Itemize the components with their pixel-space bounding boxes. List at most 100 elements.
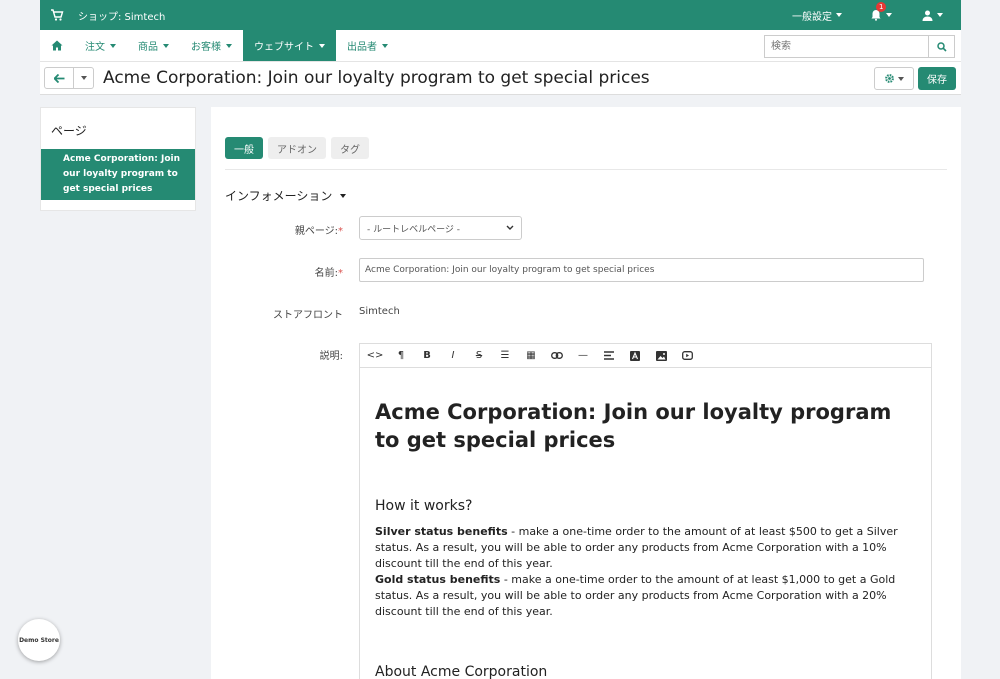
- paragraph-button[interactable]: ¶: [388, 345, 414, 367]
- image-icon: [655, 350, 667, 361]
- search-input[interactable]: [764, 35, 928, 58]
- video-icon: [681, 351, 693, 360]
- strikethrough-button[interactable]: S: [466, 345, 492, 367]
- home-icon: [51, 40, 63, 51]
- link-button[interactable]: [544, 345, 570, 367]
- table-icon: ▦: [526, 350, 536, 361]
- divider: [225, 169, 947, 170]
- chevron-down-icon: [110, 43, 116, 48]
- horizontal-rule-icon: —: [578, 350, 588, 361]
- save-button[interactable]: 保存: [918, 67, 956, 90]
- bulleted-list-button[interactable]: ☰: [492, 345, 518, 367]
- nav-customers[interactable]: お客様: [180, 30, 243, 61]
- description-editor: <> ¶ B I S ☰ ▦ — Acme Corporation: Join …: [359, 343, 932, 679]
- notifications-menu[interactable]: 1: [870, 2, 892, 21]
- video-button[interactable]: [674, 345, 700, 367]
- user-menu[interactable]: [922, 10, 943, 21]
- arrow-left-icon: [53, 73, 64, 83]
- chevron-down-icon: [937, 13, 943, 17]
- back-dropdown-button[interactable]: [74, 67, 94, 89]
- required-mark: *: [338, 226, 343, 237]
- silver-title: Silver status benefits: [375, 525, 508, 538]
- nav-orders-label: 注文: [85, 42, 105, 53]
- list-icon: ☰: [500, 350, 510, 361]
- home-button[interactable]: [40, 30, 74, 61]
- nav-orders[interactable]: 注文: [74, 30, 127, 61]
- chevron-down-icon: [319, 43, 325, 48]
- code-icon: <>: [366, 350, 384, 361]
- settings-button[interactable]: [874, 67, 914, 90]
- back-button[interactable]: [44, 67, 74, 89]
- gold-paragraph: Gold status benefits - make a one-time o…: [375, 572, 916, 620]
- nav-customers-label: お客様: [191, 42, 221, 53]
- cart-icon[interactable]: [50, 8, 64, 22]
- top-bar: ショップ: Simtech 一般設定 1: [40, 0, 961, 30]
- chevron-down-icon: [163, 43, 169, 48]
- table-button[interactable]: ▦: [518, 345, 544, 367]
- main-nav: 注文 商品 お客様 ウェブサイト 出品者: [40, 30, 961, 62]
- nav-vendors-label: 出品者: [347, 42, 377, 53]
- link-icon: [551, 352, 563, 359]
- align-button[interactable]: [596, 345, 622, 367]
- italic-icon: I: [451, 350, 455, 361]
- content-heading: Acme Corporation: Join our loyalty progr…: [375, 400, 892, 452]
- sidebar-heading: ページ: [51, 124, 87, 138]
- settings-menu[interactable]: 一般設定: [792, 8, 842, 23]
- nav-products-label: 商品: [138, 42, 158, 53]
- nav-vendors[interactable]: 出品者: [336, 30, 399, 61]
- tabs: 一般 アドオン タグ: [225, 137, 369, 159]
- parent-page-label: 親ページ:*: [295, 222, 343, 237]
- shop-name[interactable]: ショップ: Simtech: [78, 8, 165, 23]
- chevron-down-icon: [836, 13, 842, 17]
- chevron-down-icon: [886, 13, 892, 17]
- required-mark: *: [338, 268, 343, 279]
- settings-label: 一般設定: [792, 11, 832, 23]
- bold-button[interactable]: B: [414, 345, 440, 367]
- chevron-down-icon: [226, 43, 232, 48]
- align-left-icon: [604, 351, 614, 360]
- bold-icon: B: [423, 350, 431, 361]
- italic-button[interactable]: I: [440, 345, 466, 367]
- silver-paragraph: Silver status benefits - make a one-time…: [375, 524, 916, 572]
- search-button[interactable]: [928, 35, 955, 58]
- chevron-down-icon: [382, 43, 388, 48]
- font-color-button[interactable]: [622, 345, 648, 367]
- name-label: 名前:*: [315, 264, 343, 279]
- parent-page-label-text: 親ページ:: [294, 226, 338, 237]
- nav-products[interactable]: 商品: [127, 30, 180, 61]
- name-input[interactable]: Acme Corporation: Join our loyalty progr…: [359, 258, 924, 282]
- how-heading: How it works?: [375, 498, 473, 514]
- description-label: 説明:: [319, 351, 343, 362]
- paragraph-icon: ¶: [397, 350, 405, 361]
- nav-website-label: ウェブサイト: [254, 42, 314, 53]
- storefront-label: ストアフロント: [273, 310, 343, 321]
- about-heading: About Acme Corporation: [375, 664, 548, 679]
- code-view-button[interactable]: <>: [362, 345, 388, 367]
- storefront-value: Simtech: [359, 306, 400, 317]
- tab-tags[interactable]: タグ: [331, 137, 369, 159]
- image-button[interactable]: [648, 345, 674, 367]
- name-label-text: 名前:: [314, 268, 338, 279]
- main-panel: 一般 アドオン タグ インフォメーション 親ページ:* - ルートレベルページ …: [211, 107, 961, 679]
- sidebar-item-page[interactable]: Acme Corporation: Join our loyalty progr…: [41, 149, 195, 200]
- tab-addons[interactable]: アドオン: [268, 137, 326, 159]
- demo-store-button[interactable]: Demo Store: [18, 619, 60, 661]
- title-bar: Acme Corporation: Join our loyalty progr…: [40, 62, 961, 95]
- chevron-down-icon: [80, 76, 87, 80]
- search-box: [764, 35, 955, 58]
- strikethrough-icon: S: [475, 350, 483, 361]
- parent-page-value: - ルートレベルページ -: [367, 224, 461, 235]
- nav-website[interactable]: ウェブサイト: [243, 30, 336, 61]
- section-title: インフォメーション: [225, 189, 333, 203]
- section-toggle[interactable]: インフォメーション: [225, 187, 347, 204]
- font-color-icon: [630, 350, 640, 361]
- parent-page-select[interactable]: - ルートレベルページ -: [359, 216, 522, 240]
- horizontal-rule-button[interactable]: —: [570, 345, 596, 367]
- editor-content[interactable]: Acme Corporation: Join our loyalty progr…: [360, 368, 931, 679]
- editor-toolbar: <> ¶ B I S ☰ ▦ —: [360, 344, 931, 368]
- notification-badge: 1: [876, 2, 887, 12]
- chevron-down-icon: [506, 225, 514, 230]
- user-icon: [922, 10, 933, 21]
- gear-icon: [885, 74, 894, 83]
- tab-general[interactable]: 一般: [225, 137, 263, 159]
